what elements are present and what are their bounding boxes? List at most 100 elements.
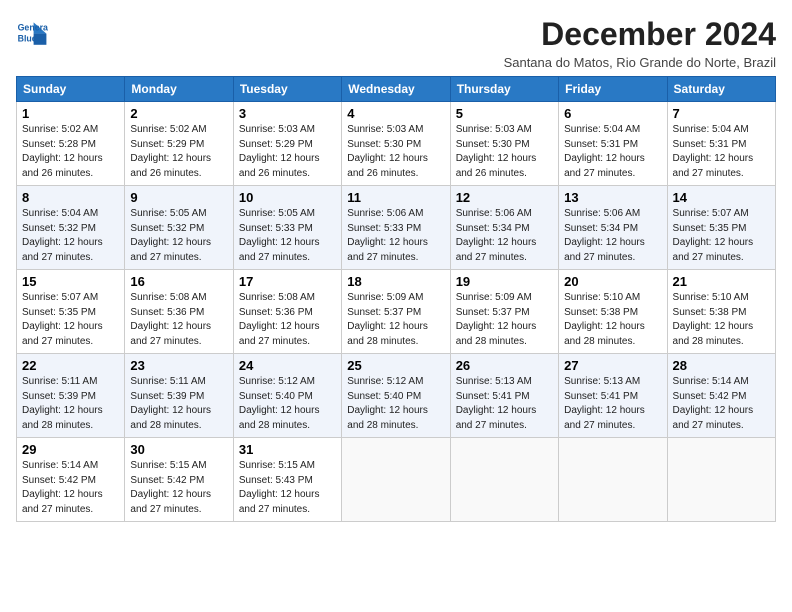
day-info: Sunrise: 5:05 AM Sunset: 5:33 PM Dayligh… bbox=[239, 207, 336, 265]
calendar-cell: 23 Sunrise: 5:11 AM Sunset: 5:39 PM Dayli… bbox=[125, 354, 233, 438]
calendar-header-sunday: Sunday bbox=[17, 77, 125, 102]
day-info: Sunrise: 5:09 AM Sunset: 5:37 PM Dayligh… bbox=[347, 291, 444, 349]
calendar-cell: 29 Sunrise: 5:14 AM Sunset: 5:42 PM Dayli… bbox=[17, 438, 125, 522]
calendar-cell: 26 Sunrise: 5:13 AM Sunset: 5:41 PM Dayli… bbox=[450, 354, 558, 438]
calendar-cell: 30 Sunrise: 5:15 AM Sunset: 5:42 PM Dayli… bbox=[125, 438, 233, 522]
page-header: General Blue December 2024 Santana do Ma… bbox=[16, 16, 776, 70]
calendar-cell: 20 Sunrise: 5:10 AM Sunset: 5:38 PM Dayli… bbox=[559, 270, 667, 354]
calendar-header-thursday: Thursday bbox=[450, 77, 558, 102]
calendar-week-4: 22 Sunrise: 5:11 AM Sunset: 5:39 PM Dayli… bbox=[17, 354, 776, 438]
calendar-week-1: 1 Sunrise: 5:02 AM Sunset: 5:28 PM Daylig… bbox=[17, 102, 776, 186]
calendar-header-tuesday: Tuesday bbox=[233, 77, 341, 102]
calendar-header-friday: Friday bbox=[559, 77, 667, 102]
day-number: 31 bbox=[239, 442, 336, 457]
calendar-week-3: 15Sunrise: 5:07 AM Sunset: 5:35 PM Dayli… bbox=[17, 270, 776, 354]
calendar-cell: 25Sunrise: 5:12 AM Sunset: 5:40 PM Dayli… bbox=[342, 354, 450, 438]
day-info: Sunrise: 5:12 AM Sunset: 5:40 PM Dayligh… bbox=[347, 375, 444, 433]
day-info: Sunrise: 5:07 AM Sunset: 5:35 PM Dayligh… bbox=[673, 207, 770, 265]
logo-icon: General Blue bbox=[16, 16, 48, 48]
day-number: 21 bbox=[673, 274, 770, 289]
day-info: Sunrise: 5:15 AM Sunset: 5:43 PM Dayligh… bbox=[239, 459, 336, 517]
calendar-cell bbox=[342, 438, 450, 522]
title-block: December 2024 Santana do Matos, Rio Gran… bbox=[504, 16, 776, 70]
day-info: Sunrise: 5:13 AM Sunset: 5:41 PM Dayligh… bbox=[456, 375, 553, 433]
day-number: 10 bbox=[239, 190, 336, 205]
day-number: 26 bbox=[456, 358, 553, 373]
day-number: 29 bbox=[22, 442, 119, 457]
day-info: Sunrise: 5:04 AM Sunset: 5:31 PM Dayligh… bbox=[564, 123, 661, 181]
day-number: 7 bbox=[673, 106, 770, 121]
calendar-cell: 14 Sunrise: 5:07 AM Sunset: 5:35 PM Dayli… bbox=[667, 186, 775, 270]
day-number: 20 bbox=[564, 274, 661, 289]
calendar-table: SundayMondayTuesdayWednesdayThursdayFrid… bbox=[16, 76, 776, 522]
day-number: 1 bbox=[22, 106, 119, 121]
day-number: 24 bbox=[239, 358, 336, 373]
calendar-cell: 17 Sunrise: 5:08 AM Sunset: 5:36 PM Dayli… bbox=[233, 270, 341, 354]
day-number: 13 bbox=[564, 190, 661, 205]
calendar-cell: 31 Sunrise: 5:15 AM Sunset: 5:43 PM Dayli… bbox=[233, 438, 341, 522]
day-info: Sunrise: 5:03 AM Sunset: 5:29 PM Dayligh… bbox=[239, 123, 336, 181]
calendar-cell: 22 Sunrise: 5:11 AM Sunset: 5:39 PM Dayli… bbox=[17, 354, 125, 438]
calendar-cell: 12 Sunrise: 5:06 AM Sunset: 5:34 PM Dayli… bbox=[450, 186, 558, 270]
day-info: Sunrise: 5:03 AM Sunset: 5:30 PM Dayligh… bbox=[456, 123, 553, 181]
day-info: Sunrise: 5:13 AM Sunset: 5:41 PM Dayligh… bbox=[564, 375, 661, 433]
day-number: 14 bbox=[673, 190, 770, 205]
day-info: Sunrise: 5:06 AM Sunset: 5:34 PM Dayligh… bbox=[456, 207, 553, 265]
calendar-cell: 11 Sunrise: 5:06 AM Sunset: 5:33 PM Dayli… bbox=[342, 186, 450, 270]
day-info: Sunrise: 5:08 AM Sunset: 5:36 PM Dayligh… bbox=[130, 291, 227, 349]
day-number: 12 bbox=[456, 190, 553, 205]
calendar-body: 1 Sunrise: 5:02 AM Sunset: 5:28 PM Daylig… bbox=[17, 102, 776, 522]
day-info: Sunrise: 5:04 AM Sunset: 5:32 PM Dayligh… bbox=[22, 207, 119, 265]
calendar-cell: 7 Sunrise: 5:04 AM Sunset: 5:31 PM Daylig… bbox=[667, 102, 775, 186]
day-number: 2 bbox=[130, 106, 227, 121]
day-number: 16 bbox=[130, 274, 227, 289]
calendar-cell: 5Sunrise: 5:03 AM Sunset: 5:30 PM Daylig… bbox=[450, 102, 558, 186]
day-number: 28 bbox=[673, 358, 770, 373]
calendar-cell: 18Sunrise: 5:09 AM Sunset: 5:37 PM Dayli… bbox=[342, 270, 450, 354]
day-info: Sunrise: 5:14 AM Sunset: 5:42 PM Dayligh… bbox=[22, 459, 119, 517]
day-info: Sunrise: 5:10 AM Sunset: 5:38 PM Dayligh… bbox=[564, 291, 661, 349]
calendar-cell bbox=[667, 438, 775, 522]
calendar-cell: 3Sunrise: 5:03 AM Sunset: 5:29 PM Daylig… bbox=[233, 102, 341, 186]
day-info: Sunrise: 5:12 AM Sunset: 5:40 PM Dayligh… bbox=[239, 375, 336, 433]
calendar-header-monday: Monday bbox=[125, 77, 233, 102]
day-info: Sunrise: 5:10 AM Sunset: 5:38 PM Dayligh… bbox=[673, 291, 770, 349]
calendar-cell: 9 Sunrise: 5:05 AM Sunset: 5:32 PM Daylig… bbox=[125, 186, 233, 270]
calendar-week-5: 29 Sunrise: 5:14 AM Sunset: 5:42 PM Dayli… bbox=[17, 438, 776, 522]
calendar-cell: 8Sunrise: 5:04 AM Sunset: 5:32 PM Daylig… bbox=[17, 186, 125, 270]
day-number: 17 bbox=[239, 274, 336, 289]
day-info: Sunrise: 5:05 AM Sunset: 5:32 PM Dayligh… bbox=[130, 207, 227, 265]
day-info: Sunrise: 5:02 AM Sunset: 5:29 PM Dayligh… bbox=[130, 123, 227, 181]
calendar-cell: 21 Sunrise: 5:10 AM Sunset: 5:38 PM Dayli… bbox=[667, 270, 775, 354]
calendar-cell: 16 Sunrise: 5:08 AM Sunset: 5:36 PM Dayli… bbox=[125, 270, 233, 354]
day-info: Sunrise: 5:11 AM Sunset: 5:39 PM Dayligh… bbox=[22, 375, 119, 433]
day-number: 23 bbox=[130, 358, 227, 373]
day-number: 30 bbox=[130, 442, 227, 457]
day-number: 27 bbox=[564, 358, 661, 373]
calendar-cell: 24 Sunrise: 5:12 AM Sunset: 5:40 PM Dayli… bbox=[233, 354, 341, 438]
day-number: 11 bbox=[347, 190, 444, 205]
calendar-header-row: SundayMondayTuesdayWednesdayThursdayFrid… bbox=[17, 77, 776, 102]
day-info: Sunrise: 5:02 AM Sunset: 5:28 PM Dayligh… bbox=[22, 123, 119, 181]
day-info: Sunrise: 5:06 AM Sunset: 5:33 PM Dayligh… bbox=[347, 207, 444, 265]
calendar-header-wednesday: Wednesday bbox=[342, 77, 450, 102]
calendar-week-2: 8Sunrise: 5:04 AM Sunset: 5:32 PM Daylig… bbox=[17, 186, 776, 270]
day-info: Sunrise: 5:11 AM Sunset: 5:39 PM Dayligh… bbox=[130, 375, 227, 433]
day-info: Sunrise: 5:06 AM Sunset: 5:34 PM Dayligh… bbox=[564, 207, 661, 265]
day-info: Sunrise: 5:09 AM Sunset: 5:37 PM Dayligh… bbox=[456, 291, 553, 349]
day-number: 22 bbox=[22, 358, 119, 373]
logo: General Blue bbox=[16, 16, 48, 48]
calendar-header-saturday: Saturday bbox=[667, 77, 775, 102]
location-subtitle: Santana do Matos, Rio Grande do Norte, B… bbox=[504, 55, 776, 70]
calendar-cell: 10 Sunrise: 5:05 AM Sunset: 5:33 PM Dayli… bbox=[233, 186, 341, 270]
day-number: 4 bbox=[347, 106, 444, 121]
day-info: Sunrise: 5:04 AM Sunset: 5:31 PM Dayligh… bbox=[673, 123, 770, 181]
calendar-cell: 1 Sunrise: 5:02 AM Sunset: 5:28 PM Daylig… bbox=[17, 102, 125, 186]
calendar-cell: 4Sunrise: 5:03 AM Sunset: 5:30 PM Daylig… bbox=[342, 102, 450, 186]
day-info: Sunrise: 5:08 AM Sunset: 5:36 PM Dayligh… bbox=[239, 291, 336, 349]
day-number: 19 bbox=[456, 274, 553, 289]
calendar-cell: 19 Sunrise: 5:09 AM Sunset: 5:37 PM Dayli… bbox=[450, 270, 558, 354]
day-info: Sunrise: 5:15 AM Sunset: 5:42 PM Dayligh… bbox=[130, 459, 227, 517]
svg-text:Blue: Blue bbox=[18, 34, 37, 44]
day-number: 9 bbox=[130, 190, 227, 205]
